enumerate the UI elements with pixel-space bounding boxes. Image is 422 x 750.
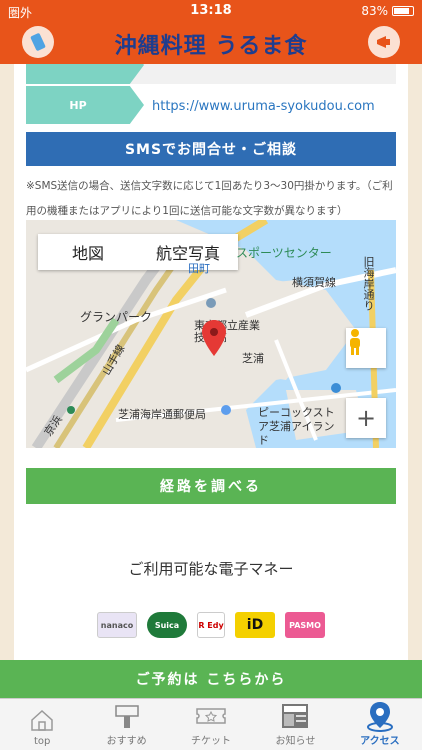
map-label-shibaura: 芝浦 bbox=[242, 352, 264, 365]
tab-access[interactable]: アクセス bbox=[338, 699, 422, 750]
id-logo: iD bbox=[235, 612, 275, 638]
map-label-yokosuka: 横須賀線 bbox=[292, 276, 336, 289]
tab-news[interactable]: お知らせ bbox=[253, 699, 337, 750]
tab-bar: top おすすめ チケット お知らせ アクセス bbox=[0, 698, 422, 750]
tab-recommend-label: おすすめ bbox=[106, 736, 147, 747]
announcement-button[interactable] bbox=[368, 26, 400, 58]
map-label-post-office: 芝浦海岸通郵便局 bbox=[118, 408, 206, 421]
google-map[interactable]: 地図 航空写真 スポーツセンター 田町 横須賀線 グランパーク 東京都立産業技術… bbox=[26, 220, 396, 448]
map-label-granpark: グランパーク bbox=[80, 310, 153, 324]
edy-logo: R Edy bbox=[197, 612, 225, 638]
route-search-button[interactable]: 経路を調べる bbox=[26, 468, 396, 504]
news-icon bbox=[282, 704, 309, 728]
tab-access-label: アクセス bbox=[360, 736, 400, 747]
ticket-icon bbox=[196, 708, 226, 724]
sms-contact-button[interactable]: SMSでお問合せ・ご相談 bbox=[26, 132, 396, 166]
tab-ticket-label: チケット bbox=[191, 736, 232, 747]
phone-button[interactable] bbox=[22, 26, 54, 58]
phone-icon bbox=[30, 33, 46, 51]
tab-recommend[interactable]: おすすめ bbox=[84, 699, 168, 750]
map-pin-icon bbox=[366, 702, 393, 732]
app-header: 沖縄料理 うるま食堂 bbox=[0, 22, 422, 91]
map-tab[interactable]: 地図 bbox=[38, 240, 138, 264]
reservation-button[interactable]: ご予約は こちらから bbox=[0, 660, 422, 698]
map-label-kyu-kaigan: 旧海岸通り bbox=[362, 256, 375, 311]
map-label-sports: スポーツセンター bbox=[236, 246, 332, 260]
tab-news-label: お知らせ bbox=[275, 736, 316, 747]
location-pin-icon[interactable] bbox=[202, 320, 226, 356]
access-content: HP https://www.uruma-syokudou.com SMSでお問… bbox=[14, 64, 408, 660]
home-icon bbox=[31, 709, 53, 731]
hp-label: HP bbox=[26, 86, 144, 124]
tab-top-label: top bbox=[34, 736, 51, 747]
clock: 13:18 bbox=[190, 3, 232, 18]
pasmo-logo: PASMO bbox=[285, 612, 325, 638]
emoney-title: ご利用可能な電子マネー bbox=[128, 560, 294, 578]
nanaco-logo: nanaco bbox=[97, 612, 137, 638]
map-label-tamachi: 田町 bbox=[188, 262, 210, 275]
recommend-icon bbox=[114, 705, 139, 728]
pegman-icon bbox=[350, 329, 360, 355]
battery-icon bbox=[392, 6, 414, 16]
megaphone-icon bbox=[377, 36, 390, 48]
battery-status: 83% bbox=[361, 4, 414, 18]
zoom-in-button[interactable]: + bbox=[346, 398, 386, 438]
street-view-button[interactable] bbox=[346, 328, 386, 368]
info-row-tab bbox=[26, 64, 144, 84]
map-label-beacon: ピーコックストア芝浦アイランド bbox=[258, 406, 335, 447]
battery-percent: 83% bbox=[361, 4, 388, 18]
emoney-list: nanaco Suica R Edy iD PASMO bbox=[14, 612, 408, 638]
suica-logo: Suica bbox=[147, 612, 187, 638]
status-bar: 圏外 13:18 83% bbox=[0, 0, 422, 22]
tab-ticket[interactable]: チケット bbox=[169, 699, 253, 750]
sms-note: ※SMS送信の場合、送信文字数に応じて1回あたり3〜30円掛かります。（ご利用の… bbox=[26, 180, 393, 217]
tab-top[interactable]: top bbox=[0, 699, 84, 750]
hp-link[interactable]: https://www.uruma-syokudou.com bbox=[152, 99, 375, 114]
